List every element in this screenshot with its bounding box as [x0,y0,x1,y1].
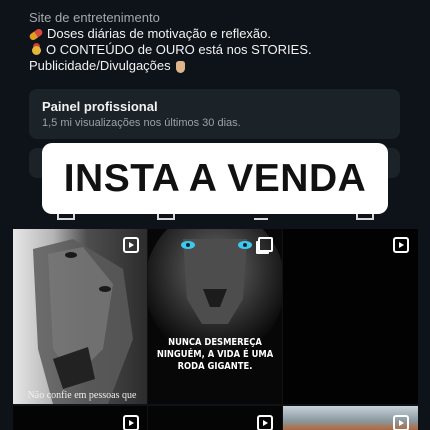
lion-image [148,229,282,359]
bio-line-3: Publicidade/Divulgações [29,58,409,74]
bio-line-2: O CONTEÚDO de OURO está nos STORIES. [29,42,409,58]
reel-icon [123,237,139,253]
post-caption: NUNCA DESMEREÇA NINGUÉM, A VIDA É UMA RO… [156,337,274,372]
bio-line-1: Doses diárias de motivação e reflexão. [28,26,409,42]
reel-icon [123,415,139,430]
reel-icon [393,237,409,253]
reel-icon [257,415,273,430]
post-grid: Não confie em pessoas que pensam que din… [13,229,418,430]
pill-icon [28,27,44,42]
post-thumbnail[interactable]: NUNCA DESMEREÇA NINGUÉM, A VIDA É UMA RO… [148,229,282,404]
pointing-down-icon [175,60,185,73]
profile-bio: Site de entretenimento Doses diárias de … [28,10,409,74]
medal-icon [32,46,41,56]
post-thumbnail[interactable] [13,406,147,430]
reel-icon [393,415,409,430]
post-thumbnail[interactable] [148,406,282,430]
professional-dashboard-stats: 1,5 mi visualizações nos últimos 30 dias… [42,117,241,129]
post-thumbnail[interactable] [283,406,418,430]
overlay-banner-text: INSTA A VENDA [63,156,367,200]
professional-dashboard-button[interactable]: Painel profissional 1,5 mi visualizações… [29,89,400,139]
profile-category: Site de entretenimento [29,10,160,25]
wolf-image [33,239,133,404]
post-thumbnail[interactable]: Não confie em pessoas que pensam que din… [13,229,147,404]
post-caption: Não confie em pessoas que pensam que din… [27,390,137,401]
professional-dashboard-title: Painel profissional [42,99,158,114]
post-thumbnail[interactable] [283,229,418,404]
overlay-banner: INSTA A VENDA [42,143,388,214]
carousel-icon [258,237,273,252]
